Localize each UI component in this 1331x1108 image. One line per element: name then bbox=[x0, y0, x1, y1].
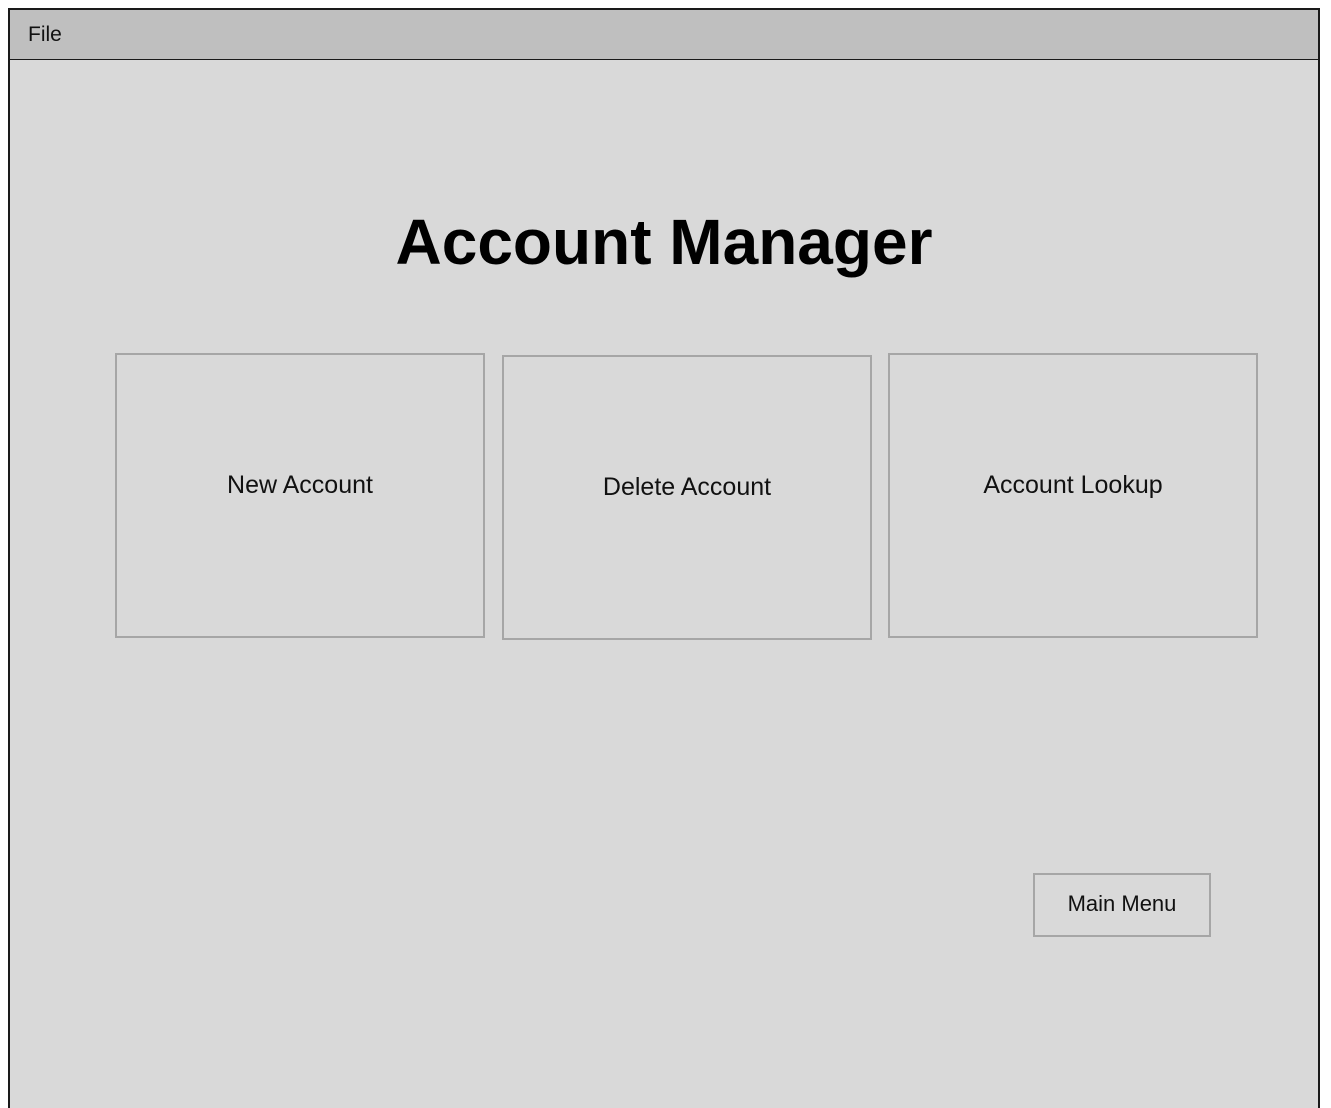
menu-bar: File bbox=[10, 10, 1318, 60]
new-account-button[interactable]: New Account bbox=[115, 353, 485, 638]
main-menu-label: Main Menu bbox=[1067, 891, 1177, 916]
account-lookup-label: Account Lookup bbox=[983, 471, 1163, 499]
menu-item-file[interactable]: File bbox=[28, 24, 62, 45]
delete-account-button[interactable]: Delete Account bbox=[502, 355, 872, 640]
app-window: File Account Manager New Account Delete … bbox=[8, 8, 1320, 1108]
new-account-label: New Account bbox=[227, 471, 373, 499]
account-lookup-button[interactable]: Account Lookup bbox=[888, 353, 1258, 638]
main-menu-button[interactable]: Main Menu bbox=[1033, 873, 1211, 937]
delete-account-label: Delete Account bbox=[602, 473, 772, 501]
page-title: Account Manager bbox=[395, 206, 933, 278]
